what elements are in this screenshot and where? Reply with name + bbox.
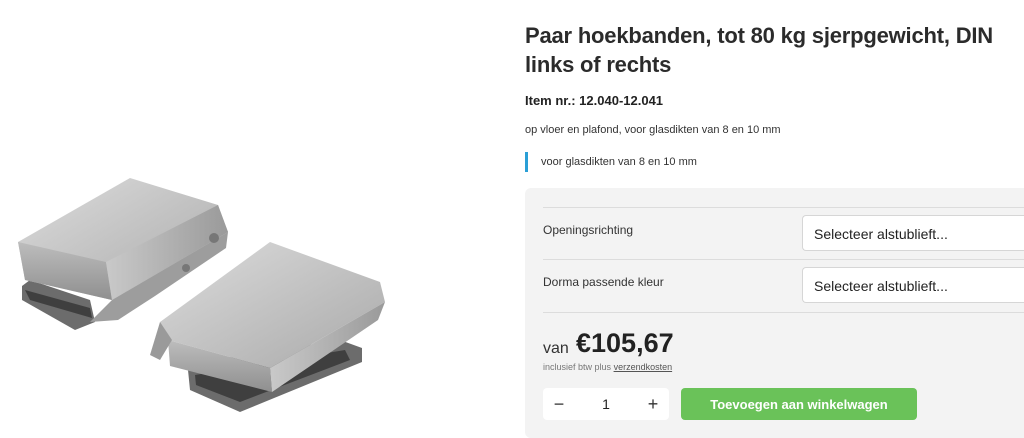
option-row-color: Dorma passende kleur Selecteer alstublie…: [543, 259, 1024, 313]
product-description: op vloer en plafond, voor glasdikten van…: [525, 124, 781, 136]
option-row-opening-direction: Openingsrichting Selecteer alstublieft..…: [543, 207, 1024, 260]
quantity-stepper: − 1 +: [543, 388, 669, 420]
product-details: Paar hoekbanden, tot 80 kg sjerpgewicht,…: [525, 0, 1024, 438]
price: €105,67: [576, 328, 674, 358]
tax-text: inclusief btw plus: [543, 362, 612, 372]
product-title: Paar hoekbanden, tot 80 kg sjerpgewicht,…: [525, 23, 993, 77]
product-image[interactable]: [0, 0, 500, 428]
color-select[interactable]: Selecteer alstublieft...: [802, 267, 1024, 303]
purchase-panel: Openingsrichting Selecteer alstublieft..…: [525, 188, 1024, 438]
feature-highlight: voor glasdikten van 8 en 10 mm: [525, 152, 697, 172]
shipping-link[interactable]: verzendkosten: [614, 362, 673, 372]
decrease-quantity-button[interactable]: −: [543, 388, 575, 420]
opening-direction-select[interactable]: Selecteer alstublieft...: [802, 215, 1024, 251]
option-label: Openingsrichting: [543, 223, 634, 237]
tax-note: inclusief btw plus verzendkosten: [543, 362, 672, 372]
option-label: Dorma passende kleur: [543, 275, 664, 289]
add-to-cart-button[interactable]: Toevoegen aan winkelwagen: [681, 388, 917, 420]
hinge-image: [18, 178, 385, 412]
item-number: Item nr.: 12.040-12.041: [525, 93, 664, 108]
quantity-input[interactable]: 1: [575, 388, 637, 420]
price-prefix: van: [543, 340, 569, 357]
increase-quantity-button[interactable]: +: [637, 388, 669, 420]
